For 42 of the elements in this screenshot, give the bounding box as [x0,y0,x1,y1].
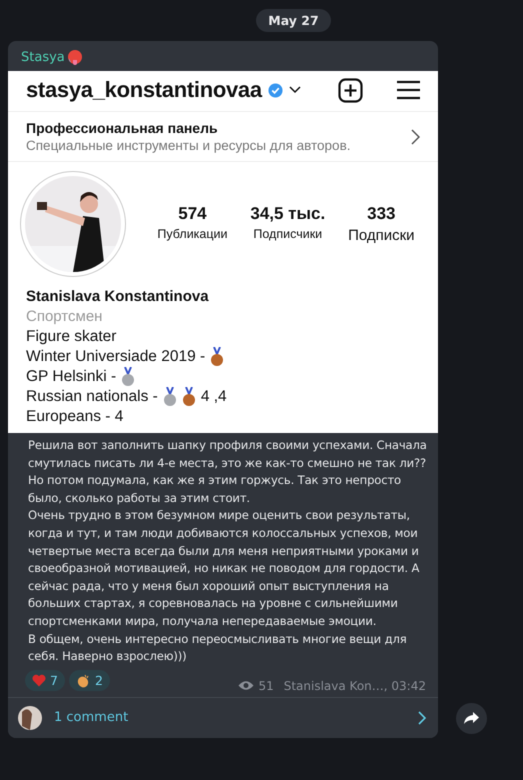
reaction-chip[interactable]: 2 [68,670,110,692]
date-badge: May 27 [256,9,331,32]
reaction-chip[interactable]: 7 [25,670,65,692]
bio-text: GP Helsinki - [26,368,116,386]
chevron-right-icon [418,710,426,725]
medal-icon [121,367,136,387]
medal-icon [182,387,196,407]
add-icon[interactable] [338,78,363,102]
message-text: Решила вот заполнить шапку профиля своими успехами. Сначала смутилась писать ли 4-е места, это же как-то смешно не так ли?? Но потом подумала, как же я этим горжусь. Так это непросто было, сколько работы за этим стоит. [28,437,428,507]
share-arrow-icon [464,712,479,724]
chevron-down-icon [288,86,301,94]
bio-text: Winter Universiade 2019 - [26,348,206,366]
username: stasya_konstantinovaa [26,77,262,103]
eye-icon [238,680,254,692]
commenter-avatar [18,706,42,730]
stat-label: Подписки [348,227,415,244]
stat-value: 574 [178,204,207,224]
bio-text: Russian nationals - [26,388,158,406]
profile-category: Спортсмен [26,307,104,327]
panel-title: Профессиональная панель [26,120,219,136]
medal-icon [162,387,177,407]
bio-text: Europeans - 4 [26,408,124,426]
stat-label: Подписчики [253,227,322,241]
medal-icon [210,347,224,367]
view-count: 51 [258,678,274,693]
bio-text: 4 ,4 [200,388,227,406]
comments-button[interactable]: 1 comment [8,696,438,738]
message-text: В общем, очень интересно переосмысливать многие вещи для себя. Наверно взрослею))) [28,630,408,666]
bio-text: Figure skater [26,328,116,346]
author-name[interactable]: Stasya [21,50,65,64]
heart-icon [32,674,46,688]
chevron-right-icon[interactable] [411,128,420,144]
stat-label: Публикации [157,227,228,241]
profile-name: Stanislava Konstantinova [26,287,210,307]
stat-value: 333 [367,204,396,224]
menu-icon[interactable] [397,80,420,100]
message-text: Очень трудно в этом безумном мире оценить свои результаты, когда и тут, и там люди добиваются колоссальных успехов, мои четвертые места всегда были для меня неприятными уроками и своеобразной мотивацией, но никак не поводом для гордости. А сейчас рада, что у меня был хороший опыт выступления на больших стартах, я соревновалась на уровне с сильнейшими спортсменками мира, получала непередаваемые эмоции. [28,507,420,630]
stat-value: 34,5 тыс. [250,204,326,224]
signature-time: Stanislava Kon…, 03:42 [284,678,426,693]
panel-subtitle: Специальные инструменты и ресурсы для авторов. [26,138,352,153]
forward-button[interactable] [456,702,487,734]
emoji-icon [66,49,83,65]
